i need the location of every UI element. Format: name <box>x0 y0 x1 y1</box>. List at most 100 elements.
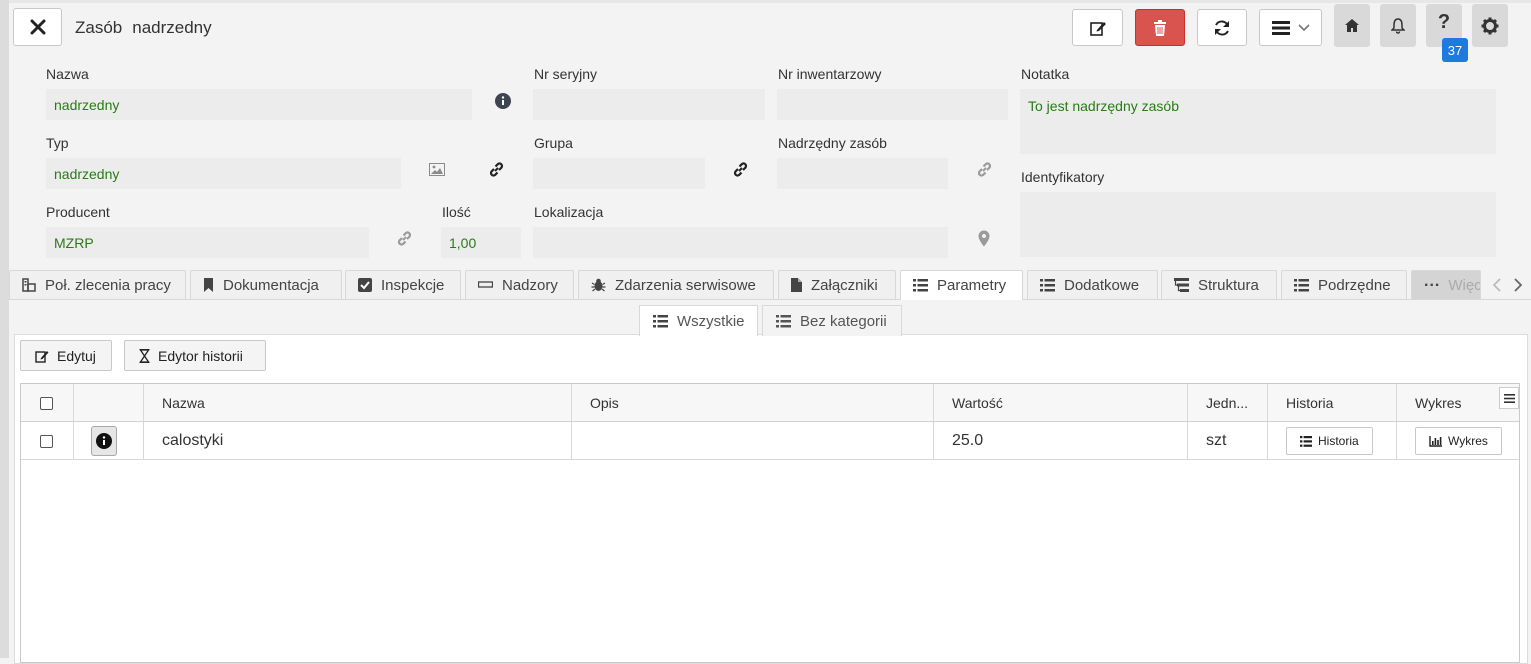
wykres-button[interactable]: Wykres <box>1415 427 1502 455</box>
cell-wykres: Wykres <box>1397 422 1519 460</box>
tab-pol-zlecenia-pracy[interactable]: Poł. zlecenia pracy <box>9 270 186 299</box>
hourglass-icon <box>139 348 150 363</box>
tab-label: Inspekcje <box>381 276 445 294</box>
tab-dodatkowe[interactable]: Dodatkowe <box>1027 270 1158 299</box>
notification-count-badge: 37 <box>1442 38 1468 62</box>
trash-icon <box>1154 19 1166 36</box>
settings-button[interactable] <box>1472 4 1508 47</box>
row-info-cell <box>74 422 144 460</box>
tab-label: Załączniki <box>811 276 878 294</box>
home-button[interactable] <box>1334 4 1370 47</box>
header-wartosc[interactable]: Wartość <box>934 384 1188 422</box>
tab-label: Dodatkowe <box>1064 276 1140 294</box>
list-icon <box>1300 435 1312 447</box>
link-icon[interactable] <box>395 229 414 248</box>
tab-label: Parametry <box>937 277 1007 294</box>
tab-dokumentacja[interactable]: Dokumentacja <box>190 270 342 299</box>
nazwa-field[interactable]: nadrzedny <box>46 89 472 120</box>
historia-label: Historia <box>1318 434 1359 448</box>
header-opis[interactable]: Opis <box>572 384 934 422</box>
left-edge-bar <box>0 0 9 658</box>
tabs-scroll-left[interactable] <box>1490 276 1504 294</box>
list-icon <box>913 279 928 292</box>
edytuj-label: Edytuj <box>57 347 96 364</box>
cell-jednostka: szt <box>1188 422 1268 460</box>
tab-parametry[interactable]: Parametry <box>900 270 1023 300</box>
nr-inwentarzowy-field[interactable] <box>777 89 1008 120</box>
typ-field[interactable]: nadrzedny <box>46 158 401 189</box>
tab-zdarzenia-serwisowe[interactable]: Zdarzenia serwisowe <box>578 270 774 299</box>
edytor-historii-button[interactable]: Edytor historii <box>124 340 266 371</box>
refresh-button[interactable] <box>1197 9 1247 46</box>
table-row[interactable]: calostyki 25.0 szt Historia Wykres <box>21 422 1519 460</box>
wykres-label: Wykres <box>1448 434 1488 448</box>
image-icon[interactable] <box>428 162 445 176</box>
tab-podrzedne[interactable]: Podrzędne <box>1281 270 1407 299</box>
tab-label: Nadzory <box>502 276 558 294</box>
list-icon <box>653 314 668 327</box>
label-lokalizacja: Lokalizacja <box>534 204 604 220</box>
minus-icon <box>478 281 493 288</box>
work-order-icon <box>22 278 36 292</box>
cell-opis <box>572 422 934 460</box>
map-marker-icon[interactable] <box>977 229 991 248</box>
tab-inspekcje[interactable]: Inspekcje <box>345 270 461 299</box>
link-icon[interactable] <box>731 160 750 179</box>
parameters-table: Nazwa Opis Wartość Jedn... Historia Wykr… <box>20 383 1520 663</box>
bug-icon <box>591 278 606 292</box>
link-icon[interactable] <box>975 160 994 179</box>
tab-zalaczniki[interactable]: Załączniki <box>778 270 896 299</box>
edit-icon <box>35 350 49 363</box>
row-info-button[interactable] <box>91 426 117 456</box>
close-button[interactable] <box>13 8 62 46</box>
label-identyfikatory: Identyfikatory <box>1021 169 1105 185</box>
header-nazwa[interactable]: Nazwa <box>144 384 572 422</box>
column-menu-button[interactable] <box>1499 387 1519 409</box>
producent-field[interactable]: MZRP <box>46 227 369 258</box>
subtab-wszystkie[interactable]: Wszystkie <box>639 305 758 336</box>
row-checkbox[interactable] <box>40 434 53 448</box>
grupa-field[interactable] <box>533 158 705 189</box>
tab-label: Struktura <box>1198 276 1259 294</box>
tab-label: Podrzędne <box>1318 276 1391 294</box>
notatka-field[interactable]: To jest nadrzędny zasób <box>1020 89 1496 154</box>
header-jednostka[interactable]: Jedn... <box>1188 384 1268 422</box>
label-grupa: Grupa <box>534 135 573 151</box>
subtab-label: Bez kategorii <box>800 312 887 330</box>
top-border <box>0 0 1531 3</box>
label-nr-seryjny: Nr seryjny <box>534 66 598 82</box>
tab-struktura[interactable]: Struktura <box>1161 270 1277 299</box>
tab-wiecej[interactable]: ... Więcej <box>1411 270 1481 299</box>
structure-icon <box>1174 278 1189 292</box>
notifications-button[interactable] <box>1380 4 1416 47</box>
list-icon <box>776 314 791 327</box>
edytuj-button[interactable]: Edytuj <box>20 340 112 371</box>
ilosc-field[interactable]: 1,00 <box>441 227 521 258</box>
lokalizacja-field[interactable] <box>533 227 948 258</box>
menu-dropdown-button[interactable] <box>1259 9 1322 46</box>
chevron-down-icon <box>1297 23 1310 31</box>
label-ilosc: Ilość <box>442 204 471 220</box>
info-icon[interactable] <box>494 92 511 109</box>
nadrzedny-zasob-field[interactable] <box>777 158 948 189</box>
gear-icon <box>1481 17 1499 34</box>
edit-button[interactable] <box>1072 9 1123 46</box>
tabs-scroll-right[interactable] <box>1511 276 1525 294</box>
subtab-label: Wszystkie <box>677 312 745 330</box>
question-icon: ? <box>1437 11 1451 33</box>
tab-nadzory[interactable]: Nadzory <box>465 270 574 299</box>
identyfikatory-field[interactable] <box>1020 192 1496 257</box>
nr-seryjny-field[interactable] <box>533 89 765 120</box>
link-icon[interactable] <box>487 160 506 179</box>
select-all-checkbox[interactable] <box>40 396 53 410</box>
header-info <box>74 384 144 422</box>
subtab-bez-kategorii[interactable]: Bez kategorii <box>762 305 902 336</box>
historia-button[interactable]: Historia <box>1286 427 1373 455</box>
tab-label: Więcej <box>1448 276 1481 294</box>
file-icon <box>791 278 802 292</box>
edit-icon <box>1089 21 1106 36</box>
label-notatka: Notatka <box>1021 66 1070 82</box>
home-icon <box>1345 19 1359 32</box>
delete-button[interactable] <box>1135 9 1185 46</box>
header-historia[interactable]: Historia <box>1268 384 1397 422</box>
